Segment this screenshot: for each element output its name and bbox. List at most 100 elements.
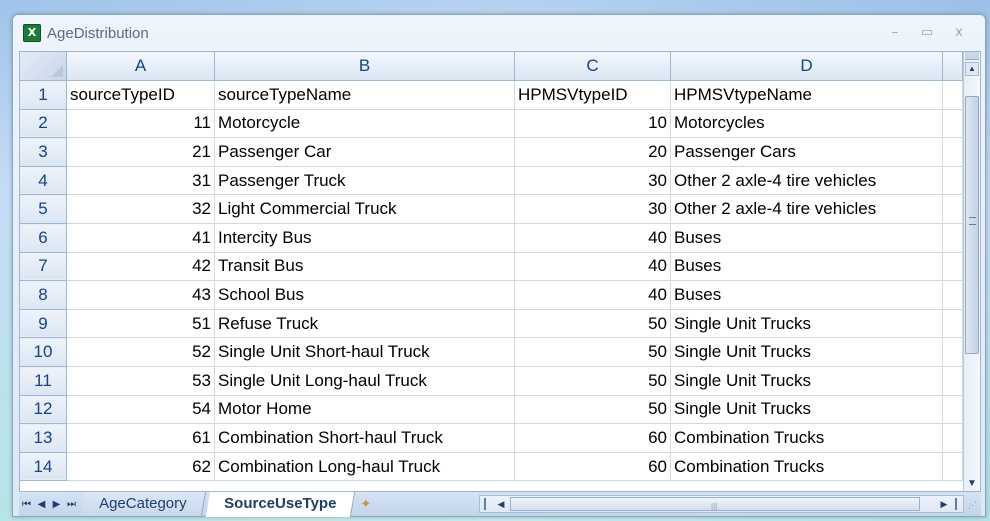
row-header[interactable]: 6 bbox=[20, 223, 67, 253]
cell-b[interactable]: Combination Long-haul Truck bbox=[214, 452, 515, 482]
cell-a[interactable]: 54 bbox=[66, 395, 215, 425]
cell-a[interactable]: sourceTypeID bbox=[66, 80, 215, 110]
cell-c[interactable]: 50 bbox=[514, 366, 671, 396]
cell-d[interactable]: Buses bbox=[670, 223, 943, 253]
cell-d[interactable]: Combination Trucks bbox=[670, 423, 943, 453]
scroll-right-icon[interactable]: ▶ bbox=[937, 496, 951, 512]
cell-d[interactable]: Other 2 axle-4 tire vehicles bbox=[670, 166, 943, 196]
row-header[interactable]: 10 bbox=[20, 337, 67, 368]
close-button[interactable]: x bbox=[943, 23, 975, 43]
insert-worksheet-icon[interactable]: ✦ bbox=[353, 497, 379, 512]
cell-a[interactable]: 31 bbox=[66, 166, 215, 196]
tab-agecategory[interactable]: AgeCategory bbox=[80, 492, 206, 516]
cell-e[interactable] bbox=[942, 452, 963, 482]
scroll-left-icon[interactable]: ◀ bbox=[494, 496, 508, 512]
select-all-corner[interactable] bbox=[20, 52, 67, 82]
cell-c[interactable]: HPMSVtypeID bbox=[514, 80, 671, 110]
row-header[interactable]: 11 bbox=[20, 366, 67, 396]
cell-b[interactable]: Combination Short-haul Truck bbox=[214, 423, 515, 453]
cell-b[interactable]: School Bus bbox=[214, 280, 515, 310]
cell-e[interactable] bbox=[942, 337, 963, 368]
cell-e[interactable] bbox=[942, 309, 963, 339]
cell-d[interactable]: Single Unit Trucks bbox=[670, 366, 943, 396]
cell-b[interactable]: Refuse Truck bbox=[214, 309, 515, 339]
horizontal-scroll-thumb[interactable]: ||| bbox=[510, 497, 920, 511]
column-header-c[interactable]: C bbox=[514, 52, 671, 82]
tab-sourceusetype[interactable]: SourceUseType bbox=[205, 491, 356, 517]
cell-e[interactable] bbox=[942, 137, 963, 167]
cell-d[interactable]: Single Unit Trucks bbox=[670, 395, 943, 425]
column-header-b[interactable]: B bbox=[214, 52, 515, 82]
row-header[interactable]: 14 bbox=[20, 452, 67, 482]
prev-sheet-icon[interactable]: ◀ bbox=[34, 499, 49, 510]
cell-b[interactable]: Intercity Bus bbox=[214, 223, 515, 253]
cell-e[interactable] bbox=[942, 366, 963, 396]
vertical-scrollbar[interactable]: ▲ ▼ bbox=[963, 52, 980, 491]
cell-c[interactable]: 20 bbox=[514, 137, 671, 167]
cell-d[interactable]: Buses bbox=[670, 280, 943, 310]
cell-b[interactable]: Single Unit Long-haul Truck bbox=[214, 366, 515, 396]
cell-a[interactable]: 41 bbox=[66, 223, 215, 253]
scroll-up-icon[interactable]: ▲ bbox=[965, 62, 979, 76]
column-header-d[interactable]: D bbox=[670, 52, 943, 82]
split-box[interactable] bbox=[955, 498, 961, 510]
cell-a[interactable]: 21 bbox=[66, 137, 215, 167]
cell-e[interactable] bbox=[942, 252, 963, 282]
resize-grip-icon[interactable]: ⋰ bbox=[964, 494, 981, 516]
cell-d[interactable]: Passenger Cars bbox=[670, 137, 943, 167]
cell-a[interactable]: 11 bbox=[66, 109, 215, 139]
first-sheet-icon[interactable]: ⏮ bbox=[19, 499, 34, 510]
row-header[interactable]: 13 bbox=[20, 423, 67, 453]
cell-a[interactable]: 51 bbox=[66, 309, 215, 339]
split-box[interactable] bbox=[965, 52, 979, 60]
cell-c[interactable]: 60 bbox=[514, 452, 671, 482]
cell-c[interactable]: 30 bbox=[514, 194, 671, 225]
cell-d[interactable]: Buses bbox=[670, 252, 943, 282]
scroll-down-icon[interactable]: ▼ bbox=[965, 477, 979, 491]
excel-workbook-icon[interactable]: X bbox=[23, 24, 41, 42]
cell-c[interactable]: 30 bbox=[514, 166, 671, 196]
cell-e[interactable] bbox=[942, 109, 963, 139]
cell-d[interactable]: Single Unit Trucks bbox=[670, 337, 943, 368]
row-header[interactable]: 7 bbox=[20, 252, 67, 282]
column-header-a[interactable]: A bbox=[66, 52, 215, 82]
cell-b[interactable]: Passenger Truck bbox=[214, 166, 515, 196]
row-header[interactable]: 4 bbox=[20, 166, 67, 196]
next-sheet-icon[interactable]: ▶ bbox=[49, 499, 64, 510]
tab-split-handle[interactable] bbox=[484, 498, 490, 510]
row-header[interactable]: 3 bbox=[20, 137, 67, 167]
cell-b[interactable]: Light Commercial Truck bbox=[214, 194, 515, 225]
row-header[interactable]: 1 bbox=[20, 80, 67, 110]
cell-a[interactable]: 52 bbox=[66, 337, 215, 368]
cell-c[interactable]: 40 bbox=[514, 223, 671, 253]
minimize-button[interactable]: – bbox=[879, 23, 911, 43]
cell-grid[interactable]: A B C D 1 sourceTypeID sourceTypeName HPMSV… bbox=[20, 52, 963, 482]
cell-e[interactable] bbox=[942, 194, 963, 225]
cell-a[interactable]: 32 bbox=[66, 194, 215, 225]
column-header-e[interactable] bbox=[942, 52, 963, 82]
row-header[interactable]: 8 bbox=[20, 280, 67, 310]
cell-d[interactable]: Motorcycles bbox=[670, 109, 943, 139]
cell-b[interactable]: Passenger Car bbox=[214, 137, 515, 167]
cell-b[interactable]: Motorcycle bbox=[214, 109, 515, 139]
cell-d[interactable]: HPMSVtypeName bbox=[670, 80, 943, 110]
row-header[interactable]: 5 bbox=[20, 194, 67, 225]
cell-c[interactable]: 50 bbox=[514, 309, 671, 339]
row-header[interactable]: 9 bbox=[20, 309, 67, 339]
cell-b[interactable]: sourceTypeName bbox=[214, 80, 515, 110]
cell-b[interactable]: Single Unit Short-haul Truck bbox=[214, 337, 515, 368]
horizontal-scrollbar[interactable]: ◀ ||| ▶ bbox=[479, 495, 964, 513]
cell-c[interactable]: 40 bbox=[514, 280, 671, 310]
cell-e[interactable] bbox=[942, 280, 963, 310]
cell-d[interactable]: Single Unit Trucks bbox=[670, 309, 943, 339]
cell-c[interactable]: 50 bbox=[514, 395, 671, 425]
vertical-scroll-thumb[interactable] bbox=[965, 96, 979, 354]
cell-e[interactable] bbox=[942, 166, 963, 196]
cell-c[interactable]: 40 bbox=[514, 252, 671, 282]
row-header[interactable]: 12 bbox=[20, 395, 67, 425]
last-sheet-icon[interactable]: ⏭ bbox=[64, 499, 79, 510]
cell-e[interactable] bbox=[942, 423, 963, 453]
cell-a[interactable]: 61 bbox=[66, 423, 215, 453]
cell-c[interactable]: 10 bbox=[514, 109, 671, 139]
cell-e[interactable] bbox=[942, 223, 963, 253]
